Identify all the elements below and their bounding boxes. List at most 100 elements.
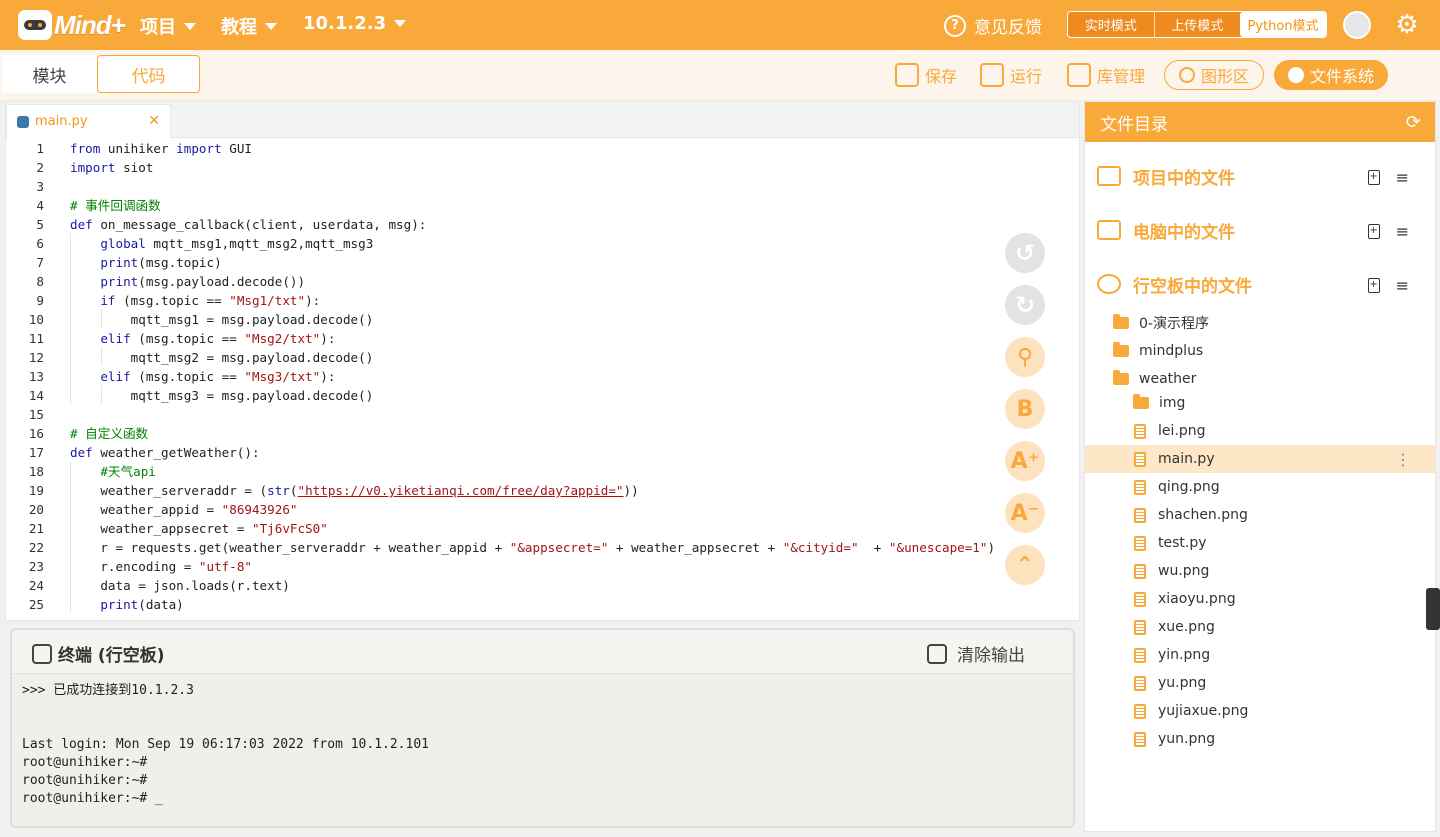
list-icon [1097, 166, 1121, 186]
font-increase-button[interactable]: A⁺ [1005, 441, 1045, 481]
font-decrease-icon: A⁻ [1010, 500, 1040, 526]
terminal-header: 终端 (行空板) 清除输出 [12, 630, 1073, 674]
scroll-top-button[interactable]: ⌃ [1005, 545, 1045, 585]
menu-icon[interactable]: ≡ [1396, 168, 1409, 187]
help-icon: ? [944, 14, 966, 37]
clear-output-button[interactable]: 清除输出 [927, 641, 1025, 666]
section-board-files[interactable]: 行空板中的文件 [1097, 269, 1252, 299]
tab-blocks[interactable]: 模块 [2, 55, 97, 93]
list-item[interactable]: img [1085, 389, 1435, 417]
eraser-icon [927, 643, 947, 664]
terminal-line: Last login: Mon Sep 19 06:17:03 2022 fro… [22, 737, 429, 752]
file-directory-header: 文件目录 ⟳ [1085, 102, 1435, 142]
save-button[interactable]: 保存 [895, 62, 957, 88]
list-item[interactable]: shachen.png [1085, 501, 1435, 529]
gear-icon[interactable]: ⚙ [1394, 12, 1420, 38]
list-item[interactable]: 0-演示程序 [1085, 309, 1435, 337]
folder-icon [1113, 342, 1129, 357]
save-icon [895, 63, 919, 87]
undo-button[interactable]: ↺ [1005, 233, 1045, 273]
feedback-button[interactable]: ? 意见反馈 [944, 13, 1042, 38]
section-actions: + ≡ [1367, 276, 1409, 295]
folder-open-icon [1113, 370, 1129, 385]
file-tab-bar: main.py ✕ [6, 102, 1079, 138]
chevron-down-icon [184, 22, 196, 30]
mode-python[interactable]: Python模式 [1240, 12, 1326, 37]
add-file-icon[interactable]: + [1367, 224, 1380, 239]
file-system-button[interactable]: 文件系统 [1274, 60, 1389, 90]
file-directory-panel: 文件目录 ⟳ 项目中的文件 + ≡ 电脑中的文件 + ≡ 行空板中的文件 + ≡ 0-… [1084, 101, 1436, 832]
refresh-icon[interactable]: ⟳ [1406, 112, 1421, 133]
folder-icon [1133, 394, 1149, 409]
section-computer-files[interactable]: 电脑中的文件 [1097, 215, 1235, 245]
list-item[interactable]: xiaoyu.png [1085, 585, 1435, 613]
list-item[interactable]: yu.png [1085, 669, 1435, 697]
arrow-up-icon: ⌃ [1015, 552, 1035, 578]
code-area[interactable]: 1 from unihiker import GUI 2 import siot 3… [6, 138, 1079, 620]
menu-icon[interactable]: ≡ [1396, 276, 1409, 295]
monitor-icon [1097, 220, 1121, 240]
check-circle-icon [1288, 67, 1304, 83]
list-item[interactable]: yun.png [1085, 725, 1435, 753]
menu-project[interactable]: 项目 [140, 13, 196, 39]
list-item[interactable]: xue.png [1085, 613, 1435, 641]
file-icon [1134, 731, 1146, 747]
file-icon [1134, 479, 1146, 495]
mindplus-logo[interactable]: Mind+ [18, 8, 126, 42]
font-decrease-button[interactable]: A⁻ [1005, 493, 1045, 533]
terminal-output[interactable]: >>> 已成功连接到10.1.2.3 Last login: Mon Sep 1… [22, 682, 429, 808]
terminal-panel[interactable]: 终端 (行空板) 清除输出 >>> 已成功连接到10.1.2.3 Last lo… [10, 628, 1075, 828]
close-icon[interactable]: ✕ [148, 113, 160, 129]
list-item[interactable]: lei.png [1085, 417, 1435, 445]
list-item-selected[interactable]: main.py ⋮ [1085, 445, 1435, 473]
add-file-icon[interactable]: + [1367, 170, 1380, 185]
menu-connection[interactable]: 10.1.2.3 [303, 13, 407, 34]
font-increase-icon: A⁺ [1010, 448, 1040, 474]
tab-code[interactable]: 代码 [97, 55, 200, 93]
mode-upload[interactable]: 上传模式 [1153, 12, 1241, 37]
file-icon [1134, 423, 1146, 439]
format-button[interactable]: B [1005, 389, 1045, 429]
list-item[interactable]: wu.png [1085, 557, 1435, 585]
file-icon [1134, 563, 1146, 579]
chevron-down-icon [265, 22, 277, 30]
redo-icon: ↻ [1014, 291, 1036, 319]
python-icon [17, 115, 29, 128]
file-tab-main[interactable]: main.py ✕ [6, 104, 171, 138]
run-button[interactable]: 运行 [980, 62, 1042, 88]
play-icon [980, 63, 1004, 87]
top-bar: Mind+ 项目 教程 10.1.2.3 ? 意见反馈 实时模式 上传模式 Py… [0, 0, 1440, 50]
add-file-icon[interactable]: + [1367, 278, 1380, 293]
logo-text: Mind+ [54, 9, 126, 40]
list-item[interactable]: qing.png [1085, 473, 1435, 501]
code-editor[interactable]: main.py ✕ 1 from unihiker import GUI 2 imp… [5, 101, 1080, 621]
list-item[interactable]: mindplus [1085, 337, 1435, 365]
more-icon[interactable]: ⋮ [1395, 450, 1411, 469]
file-icon [1134, 675, 1146, 691]
mode-realtime[interactable]: 实时模式 [1068, 12, 1154, 37]
target-icon [1179, 67, 1195, 83]
file-icon [1134, 619, 1146, 635]
section-project-files[interactable]: 项目中的文件 [1097, 161, 1235, 191]
graph-area-button[interactable]: 图形区 [1164, 60, 1265, 90]
side-scroll-handle[interactable] [1426, 588, 1440, 630]
avatar[interactable] [1343, 11, 1371, 39]
menu-icon[interactable]: ≡ [1396, 222, 1409, 241]
redo-button[interactable]: ↻ [1005, 285, 1045, 325]
library-button[interactable]: 库管理 [1067, 62, 1145, 88]
list-item[interactable]: yujiaxue.png [1085, 697, 1435, 725]
terminal-line: >>> 已成功连接到10.1.2.3 [22, 683, 194, 698]
chevron-down-icon [394, 20, 407, 27]
list-item[interactable]: test.py [1085, 529, 1435, 557]
bold-icon: B [1016, 396, 1034, 422]
search-button[interactable]: ⚲ [1005, 337, 1045, 377]
section-actions: + ≡ [1367, 168, 1409, 187]
logo-mascot-icon [18, 10, 52, 40]
link-icon [32, 643, 52, 664]
file-icon [1134, 507, 1146, 523]
folder-icon [1113, 314, 1129, 329]
terminal-line: root@unihiker:~# _ [22, 791, 163, 806]
menu-tutorial[interactable]: 教程 [221, 13, 277, 39]
list-item[interactable]: yin.png [1085, 641, 1435, 669]
